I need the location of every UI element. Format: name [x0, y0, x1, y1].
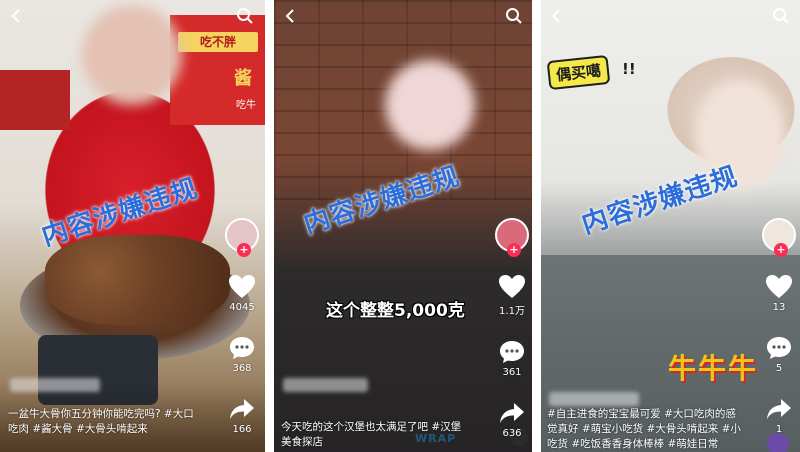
comment-action[interactable]: 5 [765, 335, 793, 374]
action-column: + 4045 368 166 [222, 218, 262, 435]
search-icon[interactable] [505, 7, 523, 25]
exclaim-sticker-bang: !! [622, 60, 636, 78]
back-arrow-icon[interactable] [8, 7, 26, 25]
follow-plus-icon[interactable]: + [774, 243, 788, 257]
comment-icon[interactable] [498, 339, 526, 365]
back-arrow-icon[interactable] [548, 7, 566, 25]
comment-count: 5 [775, 363, 783, 374]
comment-icon[interactable] [228, 335, 256, 361]
username-blurred[interactable] [10, 378, 100, 392]
caption-line: 美食探店 [281, 436, 323, 448]
weight-overlay-text: 这个整整5,000克 [326, 301, 465, 321]
background-sign-text: 吃不胖 [178, 32, 258, 52]
blurred-face [82, 5, 182, 105]
search-icon[interactable] [772, 7, 790, 25]
panel-divider [532, 0, 541, 452]
action-column: + 1.1万 361 636 [492, 218, 532, 439]
heart-icon[interactable] [498, 274, 526, 300]
comment-action[interactable]: 368 [228, 335, 256, 374]
follow-plus-icon[interactable]: + [237, 243, 251, 257]
food-meat-top [45, 235, 230, 325]
comment-count: 368 [232, 363, 252, 374]
share-action[interactable]: 1 [765, 396, 793, 435]
video-panel-1[interactable]: 吃不胖 酱 吃牛 内容涉嫌违规 + 4045 368 166 一盆牛大骨你五分钟… [0, 0, 265, 452]
like-count: 13 [772, 302, 786, 313]
username-blurred[interactable] [549, 392, 639, 406]
username-blurred[interactable] [283, 378, 368, 392]
caption-line: 今天吃的这个汉堡也太满足了吧 #汉堡 [281, 421, 462, 433]
video-caption: 一盆牛大骨你五分钟你能吃完吗? #大口 吃肉 #酱大骨 #大骨头啃起来 [8, 407, 258, 437]
follow-plus-icon[interactable]: + [507, 243, 521, 257]
background-sign-char: 酱 [234, 68, 252, 89]
caption-line: 一盆牛大骨你五分钟你能吃完吗? #大口 [8, 408, 194, 420]
blurred-face [385, 60, 475, 150]
video-caption: 今天吃的这个汉堡也太满足了吧 #汉堡 美食探店 [281, 420, 521, 450]
background-small-text: 吃牛 [236, 100, 256, 111]
comment-icon[interactable] [765, 335, 793, 361]
cow-overlay-text: 牛牛牛 [668, 352, 759, 385]
comment-count: 361 [502, 367, 522, 378]
share-icon[interactable] [765, 396, 793, 422]
search-icon[interactable] [236, 7, 254, 25]
like-count: 4045 [229, 302, 255, 313]
music-disc-avatar[interactable] [767, 433, 789, 452]
like-action[interactable]: 4045 [228, 274, 256, 313]
video-caption: #自主进食的宝宝最可爱 #大口吃肉的感 觉真好 #萌宝小吃货 #大骨头啃起来 #… [547, 407, 762, 452]
like-count: 1.1万 [499, 306, 525, 317]
caption-line: 吃货 #吃饭香香身体棒棒 #萌娃日常 [547, 438, 719, 450]
heart-icon[interactable] [228, 274, 256, 300]
caption-line: #自主进食的宝宝最可爱 #大口吃肉的感 [547, 408, 736, 420]
avatar[interactable]: + [762, 218, 796, 257]
background-poster [0, 70, 70, 130]
back-arrow-icon[interactable] [282, 7, 300, 25]
like-action[interactable]: 13 [765, 274, 793, 313]
avatar[interactable]: + [495, 218, 529, 257]
caption-line: 吃肉 #酱大骨 #大骨头啃起来 [8, 423, 148, 435]
comment-action[interactable]: 361 [498, 339, 526, 378]
caption-line: 觉真好 #萌宝小吃货 #大骨头啃起来 #小 [547, 423, 741, 435]
like-action[interactable]: 1.1万 [498, 274, 526, 317]
panel-divider [265, 0, 274, 452]
heart-icon[interactable] [765, 274, 793, 300]
avatar[interactable]: + [225, 218, 259, 257]
action-column: + 13 5 1 [759, 218, 799, 435]
